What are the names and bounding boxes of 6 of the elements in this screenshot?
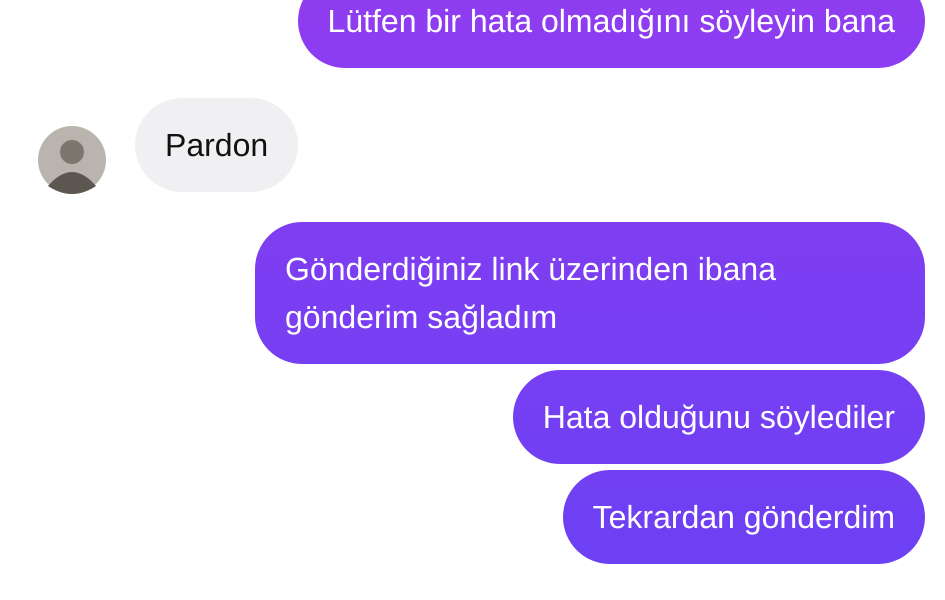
received-message-bubble: Pardon: [135, 98, 298, 192]
sent-message-bubble: Tekrardan gönderdim: [562, 470, 925, 564]
sent-message-bubble: Lütfen bir hata olmadığını söyleyin bana: [298, 0, 925, 68]
sent-message-bubble: Gönderdiğiniz link üzerinden ibana gönderim sağladım: [255, 222, 925, 364]
sent-message-bubble: Hata olduğunu söylediler: [512, 370, 925, 464]
avatar-icon: [38, 126, 106, 194]
